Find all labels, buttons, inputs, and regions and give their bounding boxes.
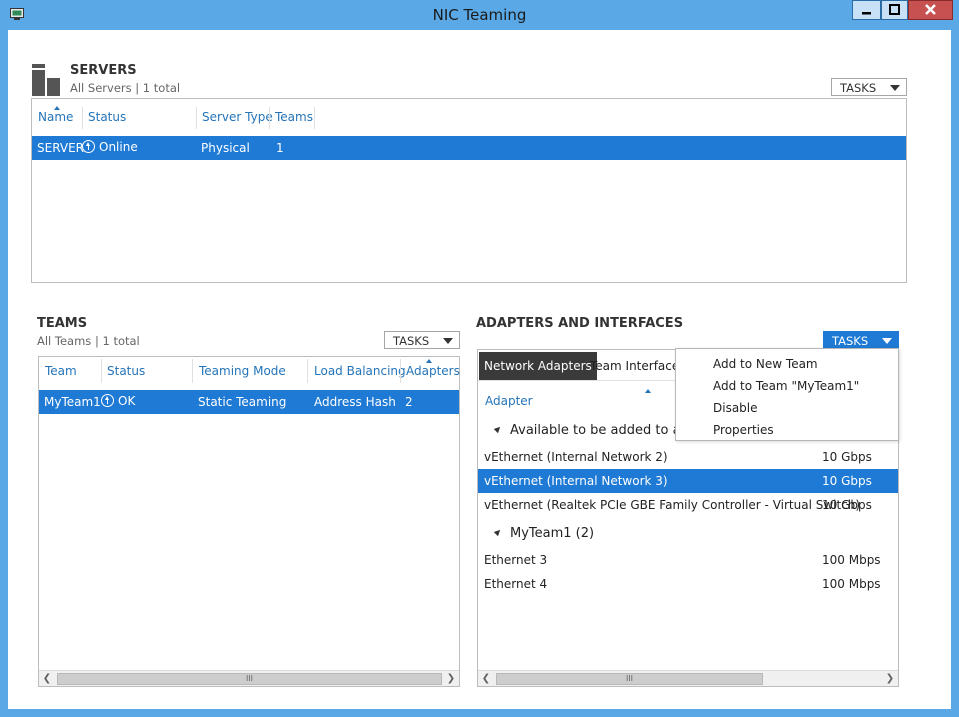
column-separator [82, 107, 83, 129]
list-item[interactable]: vEthernet (Internal Network 2) 10 Gbps [478, 445, 898, 469]
list-item[interactable]: Ethernet 3 100 Mbps [478, 548, 898, 572]
column-header-status[interactable]: Status [107, 364, 145, 378]
column-header-teams[interactable]: Teams [275, 110, 313, 124]
maximize-icon [889, 4, 900, 15]
table-row[interactable]: SERVER Online Physical 1 [32, 136, 906, 160]
team-mode-cell: Static Teaming [198, 395, 287, 409]
servers-table: Name Status Server Type Teams SERVER Onl… [31, 98, 907, 283]
tasks-dropdown-menu: Add to New Team Add to Team "MyTeam1" Di… [675, 348, 899, 441]
adapter-name: vEthernet (Internal Network 3) [484, 474, 668, 488]
scrollbar-thumb[interactable]: III [496, 673, 763, 685]
server-stack-icon [32, 64, 60, 96]
group-label: MyTeam1 (2) [510, 526, 595, 541]
adapter-speed: 10 Gbps [822, 498, 872, 512]
scroll-right-arrow-icon[interactable]: ❯ [882, 671, 898, 686]
list-item[interactable]: vEthernet (Realtek PCIe GBE Family Contr… [478, 493, 898, 517]
adapter-speed: 10 Gbps [822, 450, 872, 464]
servers-tasks-button[interactable]: TASKS [831, 78, 907, 96]
column-separator [192, 359, 193, 383]
adapter-name: Ethernet 4 [484, 577, 548, 591]
adapters-tasks-button[interactable]: TASKS [823, 331, 899, 349]
scrollbar-grip: III [625, 674, 634, 683]
teams-tasks-button[interactable]: TASKS [384, 331, 460, 349]
tasks-label: TASKS [393, 334, 430, 348]
column-header-adapter[interactable]: Adapter [485, 394, 533, 408]
nic-teaming-window: NIC Teaming SERVERS All Servers | 1 tota… [0, 0, 959, 717]
column-separator [307, 359, 308, 383]
column-separator [196, 107, 197, 129]
column-separator [269, 107, 270, 129]
adapter-name: Ethernet 3 [484, 553, 548, 567]
horizontal-scrollbar[interactable]: ❮ III ❯ [39, 670, 459, 686]
scroll-left-arrow-icon[interactable]: ❮ [39, 671, 55, 686]
window-title: NIC Teaming [432, 6, 527, 24]
team-name-cell: MyTeam1 [44, 395, 101, 409]
column-header-adapters[interactable]: Adapters [406, 364, 460, 378]
menu-item-properties[interactable]: Properties [713, 423, 774, 437]
column-header-name[interactable]: Name [38, 110, 73, 124]
up-arrow-circle-icon [82, 140, 95, 153]
group-header-myteam1[interactable]: MyTeam1 (2) [493, 526, 595, 541]
team-status-cell: OK [101, 394, 135, 408]
menu-item-add-to-new-team[interactable]: Add to New Team [713, 357, 818, 371]
title-bar[interactable]: NIC Teaming [0, 0, 959, 30]
column-header-load-balancing[interactable]: Load Balancing [314, 364, 406, 378]
adapter-name: vEthernet (Internal Network 2) [484, 450, 668, 464]
servers-title: SERVERS [70, 63, 137, 78]
adapter-speed: 10 Gbps [822, 474, 872, 488]
group-label: Available to be added to a [510, 423, 681, 438]
list-item[interactable]: Ethernet 4 100 Mbps [478, 572, 898, 596]
server-type-cell: Physical [201, 141, 250, 155]
adapter-speed: 100 Mbps [822, 577, 881, 591]
collapse-triangle-icon [493, 527, 503, 537]
tab-network-adapters[interactable]: Network Adapters [479, 352, 597, 380]
server-teams-cell: 1 [276, 141, 284, 155]
column-separator [101, 359, 102, 383]
list-item[interactable]: vEthernet (Internal Network 3) 10 Gbps [478, 469, 898, 493]
column-separator [314, 107, 315, 129]
scrollbar-grip: III [245, 674, 254, 683]
menu-item-add-to-team[interactable]: Add to Team "MyTeam1" [713, 379, 859, 393]
group-header-available[interactable]: Available to be added to a [493, 423, 681, 438]
scroll-left-arrow-icon[interactable]: ❮ [478, 671, 494, 686]
menu-item-disable[interactable]: Disable [713, 401, 758, 415]
adapter-speed: 100 Mbps [822, 553, 881, 567]
close-icon [925, 4, 936, 15]
adapter-name: vEthernet (Realtek PCIe GBE Family Contr… [484, 498, 861, 512]
teams-subtitle: All Teams | 1 total [37, 334, 140, 348]
chevron-down-icon [882, 338, 892, 344]
chevron-down-icon [443, 338, 453, 344]
client-area: SERVERS All Servers | 1 total TASKS Name… [8, 30, 951, 709]
column-header-server-type[interactable]: Server Type [202, 110, 273, 124]
sort-ascending-icon [426, 359, 432, 363]
column-header-teaming-mode[interactable]: Teaming Mode [199, 364, 286, 378]
tasks-label: TASKS [832, 334, 869, 348]
server-status-text: Online [99, 140, 138, 154]
column-header-team[interactable]: Team [45, 364, 77, 378]
servers-subtitle: All Servers | 1 total [70, 81, 181, 95]
team-lb-cell: Address Hash [314, 395, 396, 409]
team-adapters-cell: 2 [405, 395, 413, 409]
teams-table: Team Status Teaming Mode Load Balancing … [38, 356, 460, 687]
horizontal-scrollbar[interactable]: ❮ III ❯ [478, 670, 898, 686]
team-status-text: OK [118, 394, 136, 408]
minimize-button[interactable] [852, 0, 881, 20]
scrollbar-thumb[interactable]: III [57, 673, 442, 685]
close-button[interactable] [908, 0, 953, 20]
chevron-down-icon [890, 85, 900, 91]
maximize-button[interactable] [881, 0, 908, 20]
tasks-label: TASKS [840, 81, 877, 95]
column-separator [400, 359, 401, 383]
up-arrow-circle-icon [101, 394, 114, 407]
sort-ascending-icon [645, 389, 651, 393]
server-status-cell: Online [82, 140, 138, 154]
server-name-cell: SERVER [37, 141, 85, 155]
column-header-status[interactable]: Status [88, 110, 126, 124]
minimize-icon [862, 12, 871, 15]
adapters-title: ADAPTERS AND INTERFACES [476, 316, 684, 331]
collapse-triangle-icon [493, 424, 503, 434]
table-row[interactable]: MyTeam1 OK Static Teaming Address Hash 2 [39, 390, 459, 414]
scroll-right-arrow-icon[interactable]: ❯ [443, 671, 459, 686]
teams-title: TEAMS [37, 316, 88, 331]
